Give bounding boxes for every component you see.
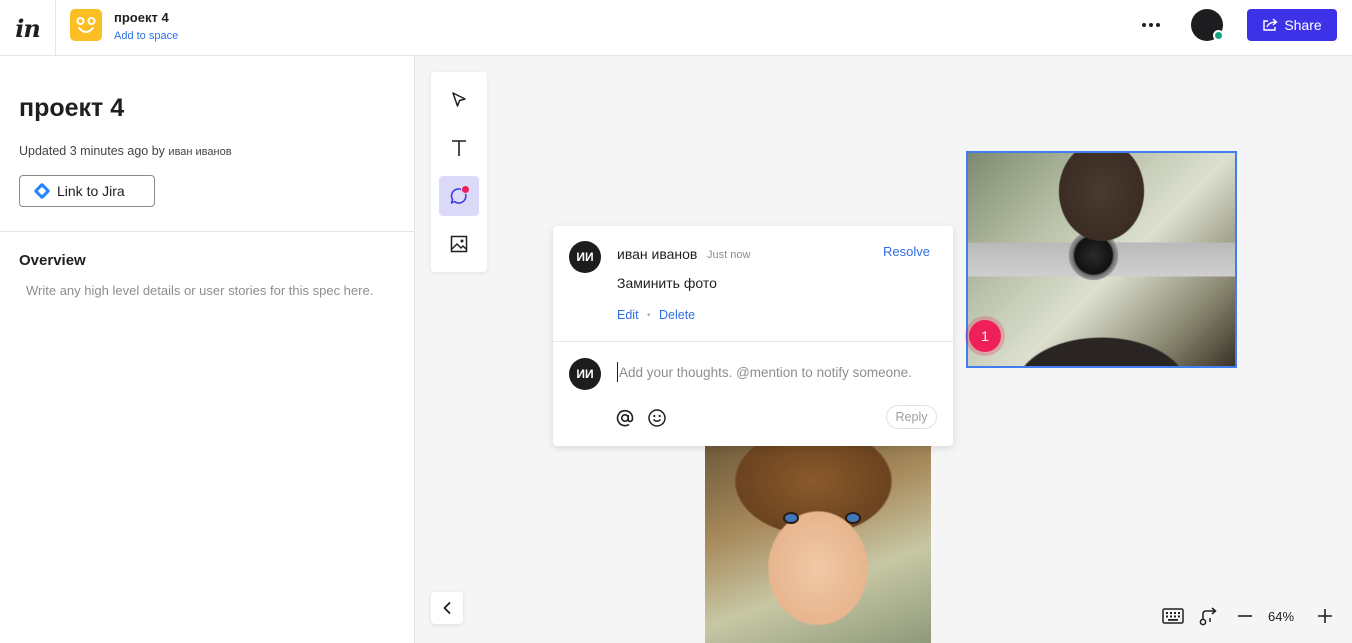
updated-info: Updated 3 minutes ago by иван иванов bbox=[19, 144, 232, 158]
updated-by-name: иван иванов bbox=[168, 146, 232, 158]
camera-photo-image[interactable] bbox=[966, 151, 1237, 368]
path-route-icon bbox=[1199, 607, 1217, 626]
overview-input[interactable]: Write any high level details or user sto… bbox=[26, 283, 373, 298]
comment-author: иван иванов bbox=[617, 246, 698, 262]
jira-label: Link to Jira bbox=[57, 183, 125, 199]
emoji-button[interactable] bbox=[646, 407, 668, 429]
collapse-sidebar-button[interactable] bbox=[431, 592, 463, 624]
keyboard-shortcuts-button[interactable] bbox=[1161, 604, 1185, 628]
smiley-icon bbox=[648, 409, 666, 427]
online-status-dot bbox=[1213, 30, 1224, 41]
invision-logo[interactable]: in bbox=[0, 0, 56, 56]
separator-dot: • bbox=[647, 310, 651, 321]
user-avatar[interactable] bbox=[1191, 9, 1224, 41]
reply-button[interactable]: Reply bbox=[886, 405, 937, 429]
keyboard-icon bbox=[1162, 608, 1184, 624]
eye-shape bbox=[783, 512, 799, 524]
share-button[interactable]: Share bbox=[1247, 9, 1337, 41]
reply-avatar: ИИ bbox=[569, 358, 601, 390]
divider bbox=[0, 231, 415, 232]
more-options-button[interactable] bbox=[1136, 12, 1166, 38]
project-icon[interactable] bbox=[70, 9, 102, 41]
link-to-jira-button[interactable]: Link to Jira bbox=[19, 175, 155, 207]
comment-popup: ИИ иван иванов Just now Resolve Заминить… bbox=[553, 226, 953, 446]
image-tool-button[interactable] bbox=[439, 224, 479, 264]
overview-heading: Overview bbox=[19, 252, 86, 269]
canvas-toolbar bbox=[431, 72, 487, 272]
anime-character-image[interactable] bbox=[705, 446, 931, 643]
chevron-left-icon bbox=[443, 602, 451, 614]
text-tool-button[interactable] bbox=[439, 128, 479, 168]
share-label: Share bbox=[1284, 17, 1322, 33]
image-icon bbox=[450, 235, 468, 253]
plus-icon bbox=[1318, 609, 1332, 623]
reply-input[interactable] bbox=[617, 362, 937, 382]
comment-pin[interactable]: 1 bbox=[969, 320, 1001, 352]
spec-title[interactable]: проект 4 bbox=[19, 94, 124, 123]
at-sign-icon bbox=[616, 409, 634, 427]
mention-button[interactable] bbox=[614, 407, 636, 429]
zoom-out-button[interactable] bbox=[1233, 604, 1257, 628]
select-tool-button[interactable] bbox=[439, 80, 479, 120]
text-t-icon bbox=[452, 140, 466, 156]
edit-comment-button[interactable]: Edit bbox=[617, 308, 639, 322]
spec-sidebar: проект 4 Updated 3 minutes ago by иван и… bbox=[0, 56, 415, 643]
flow-path-button[interactable] bbox=[1197, 604, 1221, 628]
cursor-arrow-icon bbox=[452, 92, 466, 107]
comment-time: Just now bbox=[707, 249, 751, 261]
notification-dot bbox=[461, 185, 470, 194]
comment-author-avatar: ИИ bbox=[569, 241, 601, 273]
logo-text: in bbox=[15, 13, 41, 43]
comment-tool-button[interactable] bbox=[439, 176, 479, 216]
minus-icon bbox=[1238, 615, 1252, 617]
top-bar: in проект 4 Add to space Share bbox=[0, 0, 1352, 56]
updated-text: Updated 3 minutes ago by bbox=[19, 144, 165, 158]
divider bbox=[553, 341, 953, 342]
project-title: проект 4 bbox=[114, 10, 169, 25]
comment-text: Заминить фото bbox=[617, 275, 717, 291]
resolve-button[interactable]: Resolve bbox=[883, 244, 930, 259]
zoom-in-button[interactable] bbox=[1313, 604, 1337, 628]
add-to-space-link[interactable]: Add to space bbox=[114, 30, 178, 42]
eye-shape bbox=[845, 512, 861, 524]
more-horizontal-icon bbox=[1142, 23, 1160, 27]
delete-comment-button[interactable]: Delete bbox=[659, 308, 695, 322]
zoom-level[interactable]: 64% bbox=[1268, 609, 1294, 624]
share-icon bbox=[1263, 18, 1278, 31]
jira-icon bbox=[33, 182, 51, 200]
